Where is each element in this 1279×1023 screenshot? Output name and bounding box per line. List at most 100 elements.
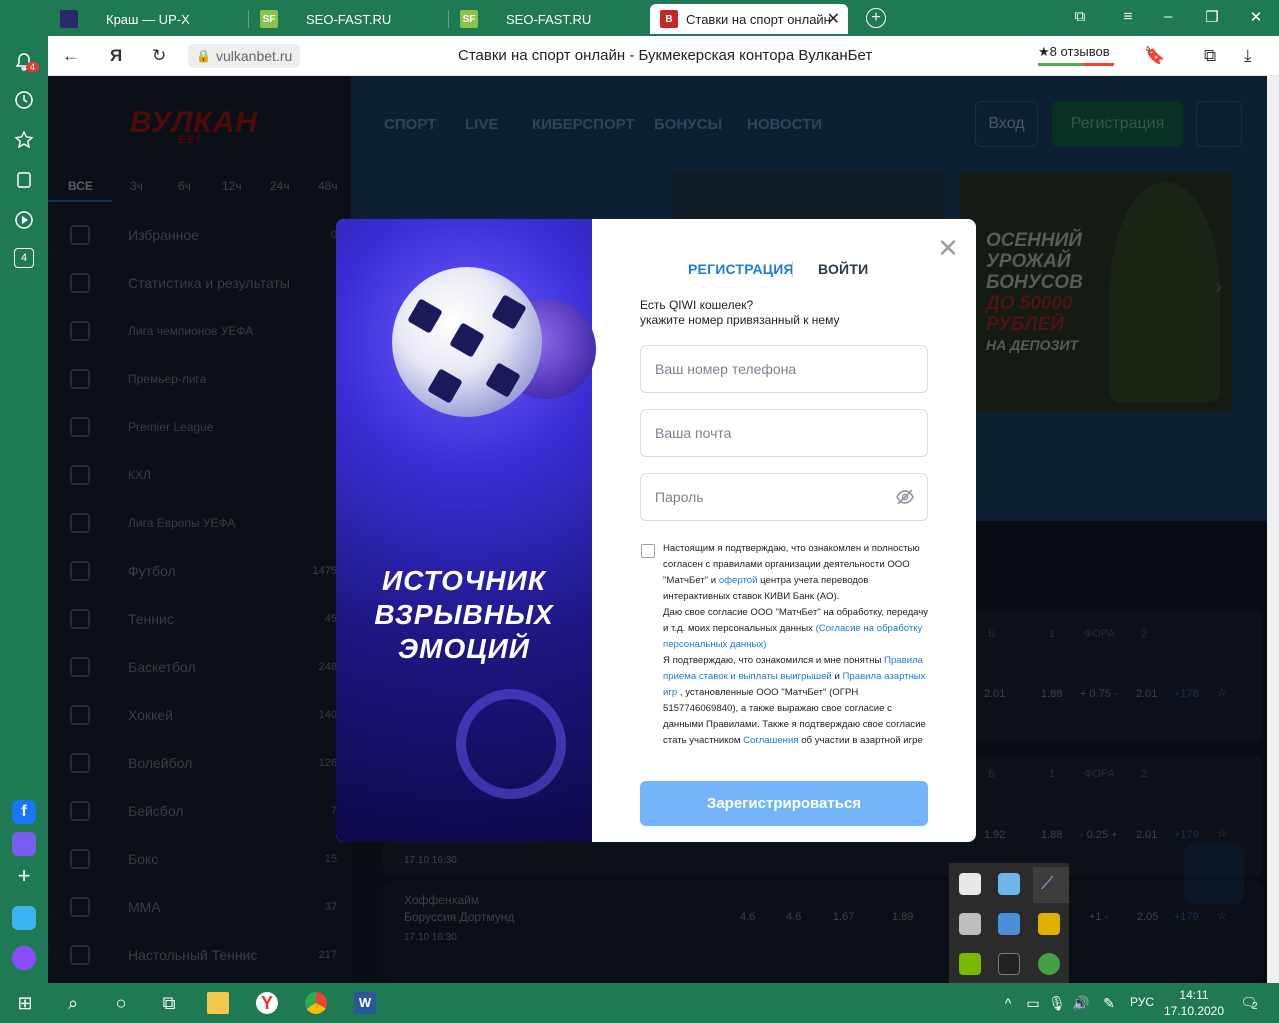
eye-hidden-icon[interactable] — [895, 488, 915, 506]
messenger-icon[interactable] — [12, 832, 36, 856]
password-placeholder: Пароль — [655, 489, 704, 505]
new-tab-icon[interactable]: + — [866, 8, 886, 28]
agreement-link[interactable]: Соглашения — [743, 735, 798, 746]
logitech-icon[interactable] — [998, 953, 1020, 975]
chrome-icon[interactable] — [305, 992, 327, 1014]
tray-chevron-up-icon[interactable]: ^ — [997, 992, 1019, 1014]
agree-checkbox[interactable] — [641, 544, 655, 558]
url-field[interactable]: 🔒 vulkanbet.ru — [188, 44, 301, 68]
qiwi-hint-line: Есть QIWI кошелек? — [640, 298, 754, 312]
bell-icon[interactable]: 4 — [12, 50, 40, 74]
tab-bar: Краш — UP-X SF SEO-FAST.RU SF SEO-FAST.R… — [0, 0, 1279, 36]
menu-icon[interactable]: ≡ — [1118, 8, 1138, 25]
agree-text: Я подтверждаю, что ознакомился и мне пон… — [663, 655, 885, 666]
yandex-browser-icon[interactable]: Y — [256, 992, 278, 1014]
clock[interactable]: 14:11 17.10.2020 — [1163, 987, 1225, 1019]
soccer-ball-graphic — [392, 267, 542, 417]
microphone-icon[interactable]: 🎙 — [1046, 992, 1068, 1014]
tab-divider — [792, 261, 793, 277]
facebook-icon[interactable]: f — [12, 800, 36, 824]
volume-icon[interactable]: 🔊 — [1070, 992, 1092, 1014]
task-view-icon[interactable]: ⧉ — [158, 992, 180, 1014]
tab-login[interactable]: ВОЙТИ — [818, 261, 868, 277]
upx-favicon-icon — [60, 10, 78, 28]
extensions-icon[interactable]: ⧉ — [1204, 46, 1216, 66]
pen-icon[interactable]: ✎ — [1098, 992, 1120, 1014]
word-icon[interactable]: W — [354, 992, 376, 1014]
back-icon[interactable]: ← — [62, 46, 79, 66]
slogan-line: ВЗРЫВНЫХ — [374, 599, 554, 630]
minimize-icon[interactable]: – — [1158, 8, 1178, 25]
tab-label: SEO-FAST.RU — [506, 11, 592, 27]
yandex-icon[interactable]: Я — [110, 46, 122, 66]
offer-link[interactable]: офертой — [719, 575, 758, 586]
cortana-icon[interactable]: ○ — [110, 992, 132, 1014]
app-tray-icon[interactable] — [998, 873, 1020, 895]
agree-text: об участии в азартной игре — [798, 735, 923, 746]
notification-badge: 4 — [26, 62, 40, 72]
lock-icon: 🔒 — [196, 49, 211, 63]
history-icon[interactable] — [12, 88, 36, 112]
send-icon[interactable] — [12, 906, 36, 930]
email-field[interactable]: Ваша почта — [640, 409, 928, 457]
tab-label: SEO-FAST.RU — [306, 11, 392, 27]
network-tool-icon[interactable] — [998, 913, 1020, 935]
cloud-off-icon[interactable] — [959, 913, 981, 935]
file-explorer-icon[interactable] — [207, 992, 229, 1014]
clock-date: 17.10.2020 — [1163, 1004, 1225, 1018]
reviews-widget[interactable]: ★8 отзывов — [1038, 44, 1114, 66]
notifications-icon[interactable]: 🗨 2 — [1238, 992, 1260, 1014]
tab-upx[interactable]: Краш — UP-X — [50, 4, 246, 34]
tab-registration[interactable]: РЕГИСТРАЦИЯ — [688, 261, 794, 277]
ball-patch — [427, 368, 463, 404]
agree-text: и — [831, 671, 843, 682]
agreement-text: Настоящим я подтверждаю, что ознакомлен … — [663, 541, 933, 749]
check-icon[interactable] — [1038, 953, 1060, 975]
tab-seofast-1[interactable]: SF SEO-FAST.RU — [250, 4, 446, 34]
sf-favicon-icon: SF — [460, 10, 478, 28]
play-icon[interactable] — [12, 208, 36, 232]
add-icon[interactable]: + — [12, 863, 36, 888]
ball-patch — [485, 362, 521, 398]
registration-modal: ИСТОЧНИК ВЗРЫВНЫХ ЭМОЦИЙ ✕ РЕГИСТРАЦИЯ В… — [336, 219, 976, 842]
close-modal-icon[interactable]: ✕ — [936, 235, 960, 261]
alice-icon[interactable] — [12, 946, 36, 970]
clock-time: 14:11 — [1179, 988, 1209, 1002]
address-bar: ← Я ↻ 🔒 vulkanbet.ru Ставки на спорт онл… — [48, 36, 1279, 76]
phone-field[interactable]: Ваш номер телефона — [640, 345, 928, 393]
password-field[interactable]: Пароль — [640, 473, 928, 521]
page-title: Ставки на спорт онлайн - Букмекерская ко… — [458, 47, 873, 64]
tab-manager-icon[interactable]: ⧉ — [1070, 8, 1090, 25]
modal-slogan: ИСТОЧНИК ВЗРЫВНЫХ ЭМОЦИЙ — [336, 564, 592, 666]
counter-icon[interactable]: 4 — [14, 248, 34, 268]
close-tab-icon[interactable]: ✕ — [827, 9, 840, 29]
tab-vulkanbet[interactable]: B Ставки на спорт онлайн ✕ — [650, 4, 848, 34]
feather-icon[interactable]: ⟋ — [1033, 867, 1069, 903]
restore-icon[interactable]: ❐ — [1202, 8, 1222, 26]
windows-start-icon[interactable]: ⊞ — [14, 992, 36, 1014]
language-indicator[interactable]: РУС — [1130, 995, 1154, 1009]
download-icon[interactable]: ⤓ — [1244, 46, 1252, 66]
register-submit-button[interactable]: Зарегистрироваться — [640, 781, 928, 826]
collections-icon[interactable] — [12, 168, 36, 192]
ball-patch — [407, 298, 443, 334]
page-scrollbar[interactable] — [1267, 76, 1279, 983]
tray-overflow-popup: ⟋ — [949, 863, 1069, 983]
close-window-icon[interactable]: ✕ — [1246, 8, 1266, 26]
nvidia-icon[interactable] — [959, 953, 981, 975]
star-icon[interactable] — [12, 128, 36, 152]
tab-seofast-2[interactable]: SF SEO-FAST.RU — [450, 4, 646, 34]
reviews-label: ★8 отзывов — [1038, 44, 1110, 59]
tab-divider — [248, 10, 249, 28]
phone-placeholder: Ваш номер телефона — [655, 361, 797, 377]
media-icon[interactable] — [1038, 913, 1060, 935]
search-icon[interactable]: ⌕ — [62, 992, 84, 1014]
network-icon[interactable]: ▭ — [1022, 992, 1044, 1014]
sf-favicon-icon: SF — [260, 10, 278, 28]
reviews-rating-bar — [1038, 63, 1114, 66]
windows-taskbar: ⊞ ⌕ ○ ⧉ Y W ^ ▭ 🎙 🔊 ✎ РУС 14:11 17.10.20… — [0, 983, 1279, 1023]
bookmark-icon[interactable]: 🔖 — [1144, 46, 1165, 66]
reload-icon[interactable]: ↻ — [152, 46, 166, 66]
notification-count: 2 — [1252, 1001, 1258, 1012]
shield-icon[interactable] — [959, 873, 981, 895]
